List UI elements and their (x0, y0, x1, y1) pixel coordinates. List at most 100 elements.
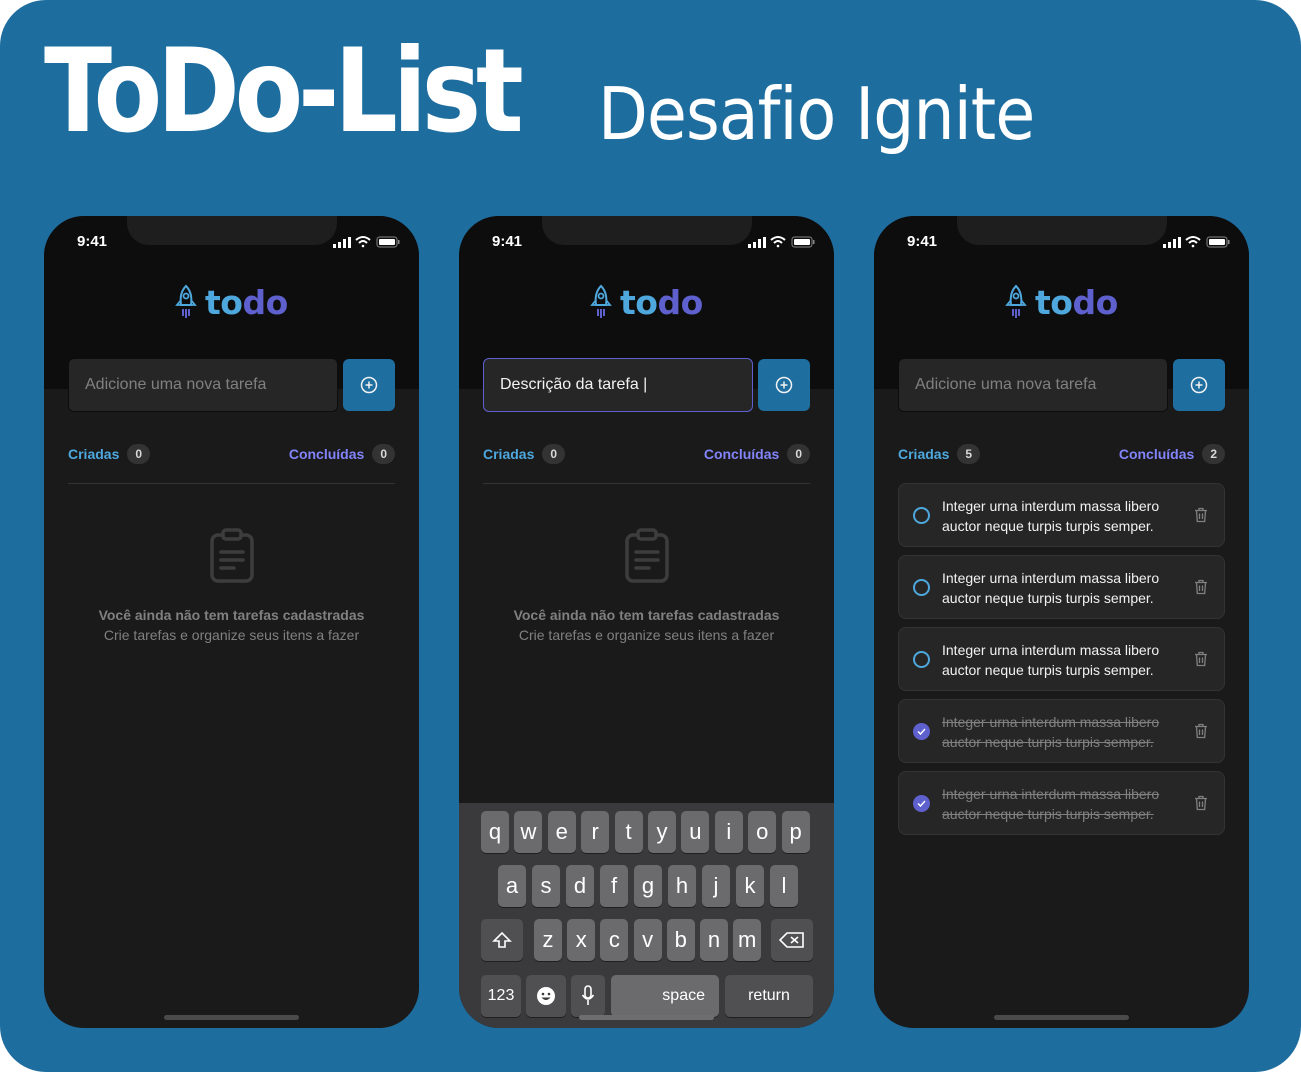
task-checkbox[interactable] (913, 579, 930, 596)
status-time: 9:41 (907, 233, 938, 250)
add-task-button[interactable] (758, 359, 810, 411)
created-counter: Criadas 5 (898, 444, 981, 464)
created-counter: Criadas 0 (483, 444, 566, 464)
done-counter: Concluídas 2 (1119, 444, 1225, 464)
task-item[interactable]: Integer urna interdum massa libero auctor… (898, 555, 1225, 619)
done-label: Concluídas (1118, 446, 1195, 462)
new-task-input[interactable]: Descrição da tarefa | (483, 358, 753, 412)
return-key[interactable]: return (725, 975, 813, 1017)
dictation-key[interactable] (571, 975, 605, 1017)
home-indicator (164, 1015, 299, 1020)
key-r[interactable]: r (581, 811, 610, 853)
task-text-line: Integer urna interdum massa libero (942, 498, 1160, 514)
check-icon (917, 728, 926, 735)
empty-title: Você ainda não tem tarefas cadastradas (98, 607, 365, 623)
app-logo: todo (589, 282, 703, 322)
key-j[interactable]: j (702, 865, 730, 907)
task-checkbox-checked[interactable] (913, 723, 930, 740)
microphone-icon (581, 985, 595, 1005)
clipboard-icon (209, 528, 254, 583)
logo-text-to: to (205, 282, 243, 322)
key-s[interactable]: s (532, 865, 560, 907)
list-divider (68, 483, 395, 484)
add-task-button[interactable] (1173, 359, 1225, 411)
new-task-input[interactable]: Adicione uma nova tarefa (898, 358, 1168, 412)
trash-icon[interactable] (1194, 579, 1208, 595)
key-p[interactable]: p (781, 811, 810, 853)
key-f[interactable]: f (600, 865, 628, 907)
status-icons (1163, 236, 1230, 248)
key-o[interactable]: o (748, 811, 777, 853)
space-key[interactable]: space (611, 975, 719, 1017)
plus-circle-icon (360, 376, 378, 394)
trash-icon[interactable] (1194, 507, 1208, 523)
key-t[interactable]: t (614, 811, 643, 853)
phone-empty-state: 9:41 todo Adicione uma nova tarefa Criad… (44, 216, 419, 1028)
wifi-icon (1185, 236, 1201, 248)
shift-key[interactable] (481, 919, 523, 961)
trash-icon[interactable] (1194, 651, 1208, 667)
created-count-badge: 5 (957, 444, 981, 464)
logo-text-do: do (1072, 282, 1118, 322)
check-icon (917, 800, 926, 807)
key-v[interactable]: v (633, 919, 662, 961)
created-label: Criadas (898, 446, 950, 462)
empty-subtitle: Crie tarefas e organize seus itens a faz… (103, 627, 360, 643)
task-item[interactable]: Integer urna interdum massa libero auctor… (898, 771, 1225, 835)
logo-text-to: to (620, 282, 658, 322)
add-task-button[interactable] (343, 359, 395, 411)
task-item[interactable]: Integer urna interdum massa libero auctor… (898, 627, 1225, 691)
key-d[interactable]: d (566, 865, 594, 907)
done-counter: Concluídas 0 (704, 444, 810, 464)
done-label: Concluídas (288, 446, 365, 462)
key-w[interactable]: w (514, 811, 543, 853)
key-k[interactable]: k (736, 865, 764, 907)
task-text-line: Integer urna interdum massa libero (942, 786, 1160, 802)
phone-typing-state: 9:41 todo Descrição da tarefa | Criadas 0… (459, 216, 834, 1028)
delete-key[interactable] (771, 919, 813, 961)
key-g[interactable]: g (634, 865, 662, 907)
task-text: Integer urna interdum massa libero auctor… (942, 712, 1182, 752)
emoji-key[interactable] (526, 975, 566, 1017)
key-n[interactable]: n (700, 919, 728, 961)
key-m[interactable]: m (733, 919, 762, 961)
status-time: 9:41 (77, 233, 108, 250)
phone-notch (957, 216, 1167, 245)
task-checkbox-checked[interactable] (913, 795, 930, 812)
key-e[interactable]: e (547, 811, 576, 853)
task-checkbox[interactable] (913, 651, 930, 668)
key-b[interactable]: b (666, 919, 695, 961)
key-i[interactable]: i (714, 811, 743, 853)
key-z[interactable]: z (534, 919, 562, 961)
key-y[interactable]: y (648, 811, 676, 853)
task-checkbox[interactable] (913, 507, 930, 524)
emoji-icon (537, 987, 555, 1005)
task-text: Integer urna interdum massa libero auctor… (942, 568, 1182, 608)
done-count-badge: 0 (787, 444, 810, 464)
created-label: Criadas (483, 446, 535, 462)
plus-circle-icon (775, 376, 793, 394)
page-subtitle: Desafio Ignite (598, 72, 1035, 156)
status-time: 9:41 (492, 233, 523, 250)
logo-text-do: do (657, 282, 703, 322)
key-a[interactable]: a (498, 865, 526, 907)
numbers-key[interactable]: 123 (481, 975, 521, 1017)
status-icons (748, 236, 815, 248)
new-task-input[interactable]: Adicione uma nova tarefa (68, 358, 338, 412)
key-x[interactable]: x (567, 919, 596, 961)
trash-icon[interactable] (1194, 723, 1208, 739)
key-l[interactable]: l (770, 865, 798, 907)
app-logo: todo (174, 282, 288, 322)
key-q[interactable]: q (481, 811, 509, 853)
rocket-icon (175, 284, 197, 318)
key-u[interactable]: u (681, 811, 710, 853)
rocket-icon (590, 284, 612, 318)
logo-text-do: do (242, 282, 288, 322)
trash-icon[interactable] (1194, 795, 1208, 811)
key-c[interactable]: c (600, 919, 629, 961)
task-text-line: auctor neque turpis turpis semper. (942, 590, 1154, 606)
wifi-icon (355, 236, 371, 248)
task-item[interactable]: Integer urna interdum massa libero auctor… (898, 699, 1225, 763)
key-h[interactable]: h (668, 865, 696, 907)
task-item[interactable]: Integer urna interdum massa libero auctor… (898, 483, 1225, 547)
